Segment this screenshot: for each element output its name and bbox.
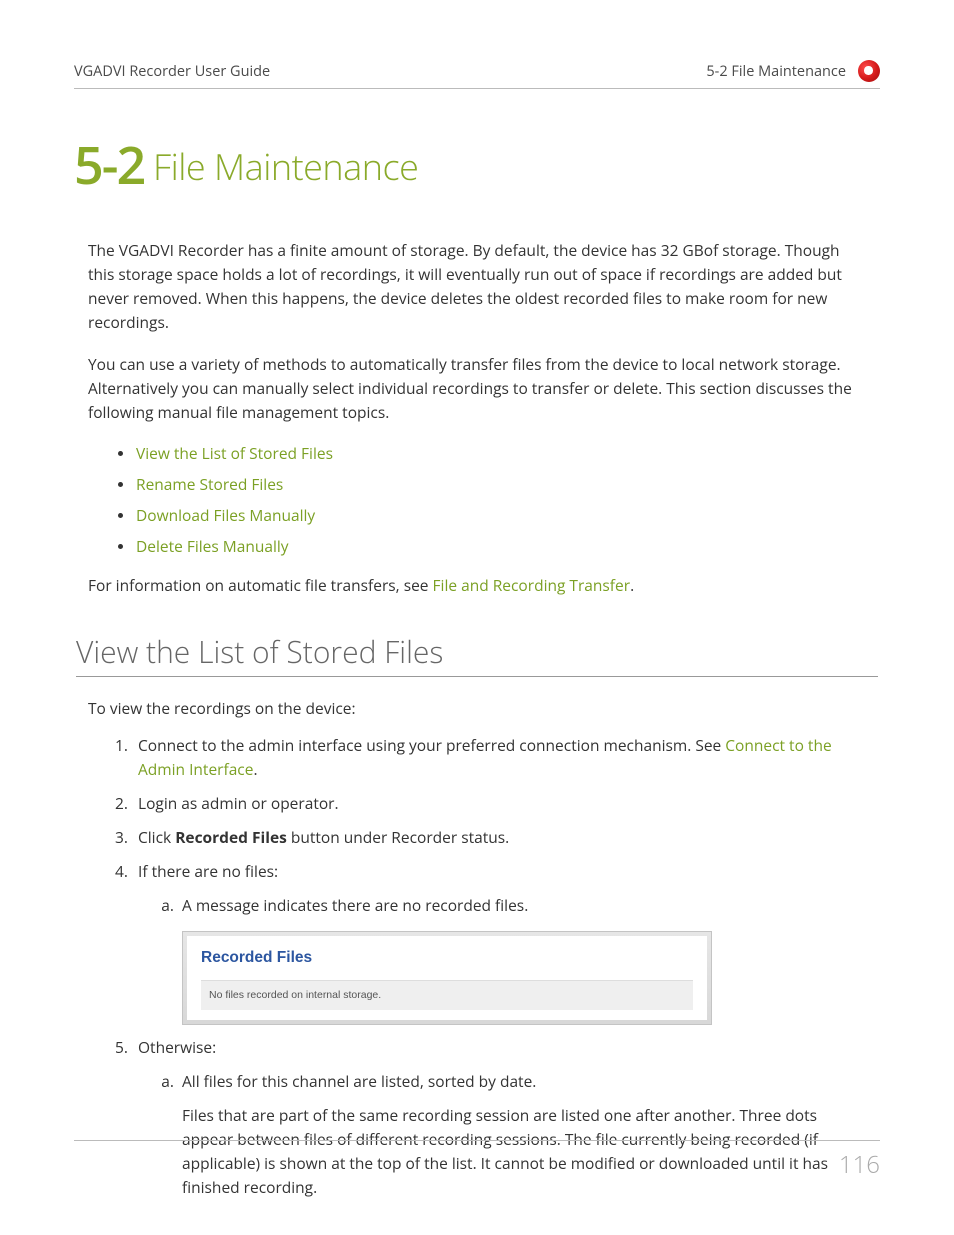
step-item: Otherwise: All files for this channel ar… [132, 1035, 866, 1199]
section-number: 5-2 [74, 129, 144, 200]
substep-item: A message indicates there are no recorde… [178, 893, 866, 1024]
brand-logo-icon [858, 60, 880, 82]
text-fragment: button under Recorder status. [287, 826, 509, 848]
text-fragment: . [253, 758, 257, 780]
bold-recorded-files: Recorded Files [175, 826, 287, 848]
page-title: 5-2 File Maintenance [74, 129, 880, 200]
text-fragment: Connect to the admin interface using you… [138, 734, 725, 756]
subsection-heading: View the List of Stored Files [76, 631, 878, 677]
list-item: Rename Stored Files [118, 473, 866, 495]
link-file-recording-transfer[interactable]: File and Recording Transfer [433, 574, 631, 596]
steps-intro: To view the recordings on the device: [88, 697, 866, 719]
text-fragment: If there are no files: [138, 860, 278, 882]
step-item: Login as admin or operator. [132, 791, 866, 815]
text-fragment: For information on automatic file transf… [88, 574, 433, 596]
header-guide-title: VGADVI Recorder User Guide [74, 62, 270, 81]
text-fragment: All files for this channel are listed, s… [182, 1070, 536, 1092]
page-header: VGADVI Recorder User Guide 5-2 File Main… [74, 60, 880, 89]
substep-item: All files for this channel are listed, s… [178, 1069, 866, 1199]
paragraph-intro-2: You can use a variety of methods to auto… [88, 352, 866, 424]
step-item: Connect to the admin interface using you… [132, 733, 866, 781]
list-item: View the List of Stored Files [118, 442, 866, 464]
step-item: If there are no files: A message indicat… [132, 859, 866, 1024]
page-number: 116 [839, 1148, 880, 1181]
list-item: Download Files Manually [118, 504, 866, 526]
text-fragment: Otherwise: [138, 1036, 216, 1058]
topic-link-list: View the List of Stored Files Rename Sto… [118, 442, 866, 557]
text-fragment: Click [138, 826, 175, 848]
screenshot-title: Recorded Files [201, 946, 693, 970]
screenshot-message: No files recorded on internal storage. [201, 980, 693, 1009]
text-fragment: . [630, 574, 634, 596]
screenshot-recorded-files: Recorded Files No files recorded on inte… [182, 931, 712, 1024]
section-title-text: File Maintenance [144, 142, 418, 191]
paragraph-intro-1: The VGADVI Recorder has a finite amount … [88, 238, 866, 334]
link-download-files[interactable]: Download Files Manually [136, 504, 315, 526]
list-item: Delete Files Manually [118, 535, 866, 557]
steps-list: Connect to the admin interface using you… [132, 733, 866, 1198]
text-fragment: A message indicates there are no recorde… [182, 894, 528, 916]
header-section-title: 5-2 File Maintenance [706, 62, 846, 81]
step-item: Click Recorded Files button under Record… [132, 825, 866, 849]
link-view-stored-files[interactable]: View the List of Stored Files [136, 442, 333, 464]
link-rename-stored-files[interactable]: Rename Stored Files [136, 473, 283, 495]
substep-paragraph: Files that are part of the same recordin… [182, 1103, 866, 1199]
footer-divider [74, 1140, 880, 1141]
link-delete-files[interactable]: Delete Files Manually [136, 535, 289, 557]
paragraph-auto-transfer: For information on automatic file transf… [88, 573, 866, 597]
